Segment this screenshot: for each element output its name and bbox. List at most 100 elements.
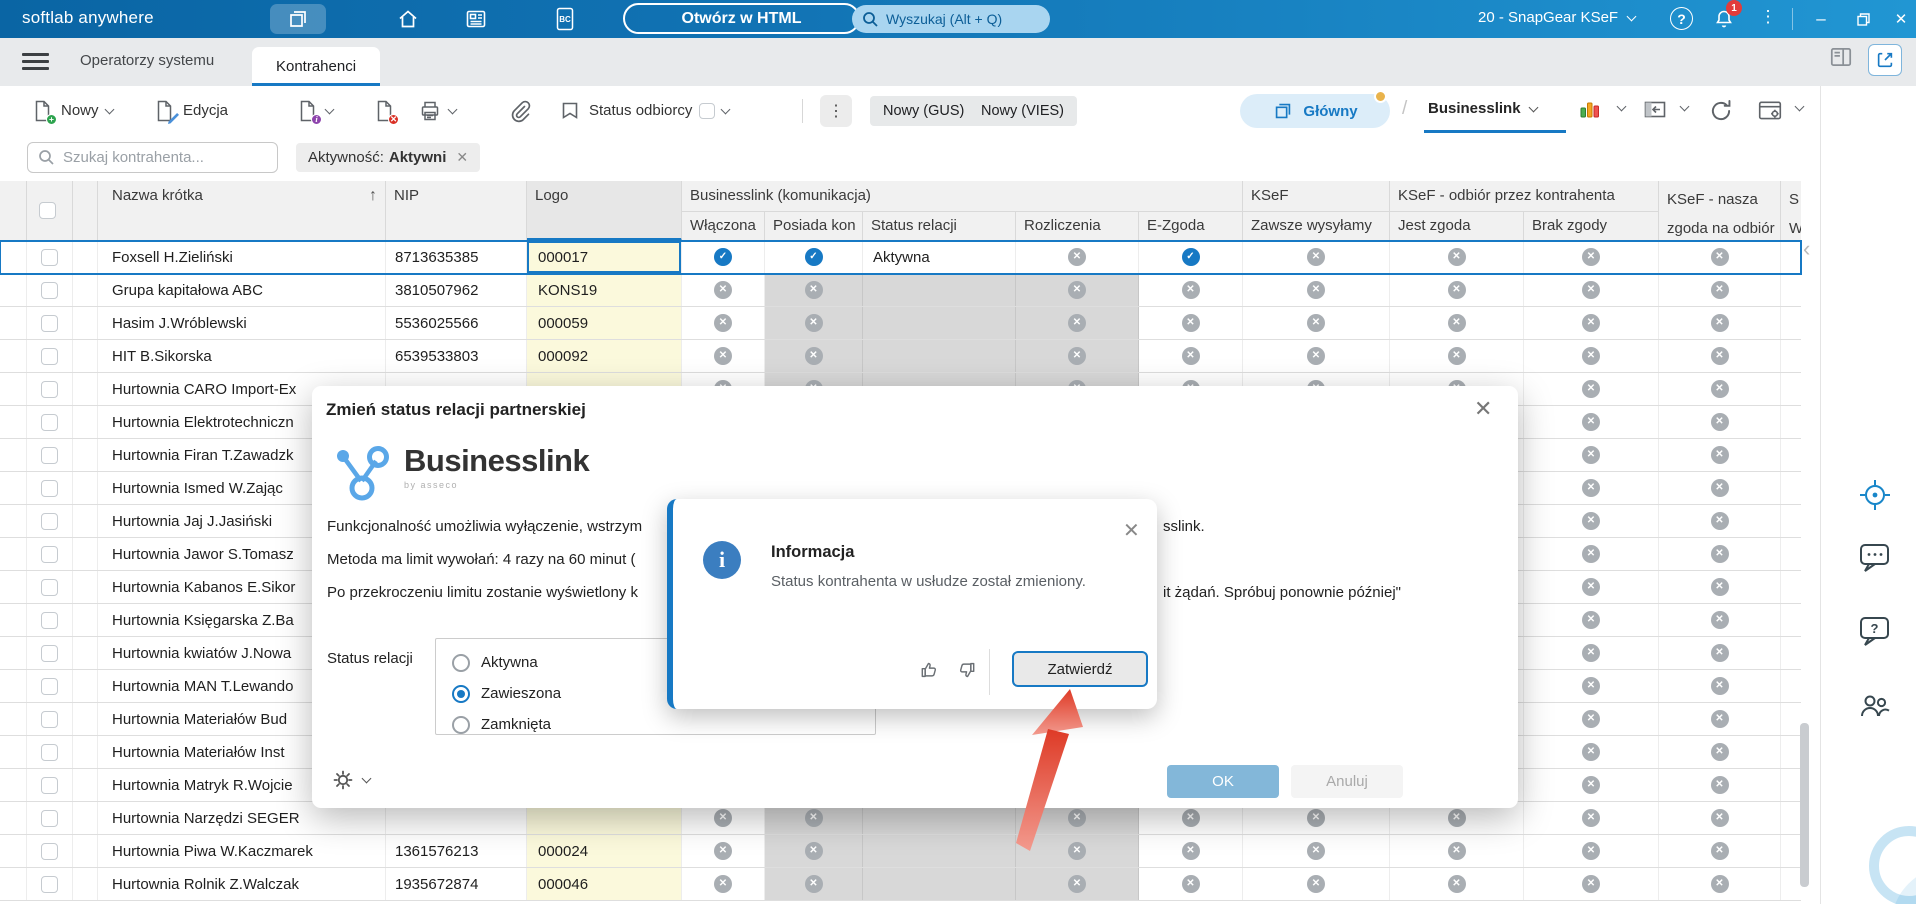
chart-button[interactable] xyxy=(1578,98,1602,122)
group-header-ksef-odbior[interactable]: KSeF - odbiór przez kontrahenta xyxy=(1390,181,1659,211)
contractor-search-input[interactable] xyxy=(63,149,253,166)
edit-button[interactable]: Edycja xyxy=(152,86,228,135)
col-header-ksef-nasza[interactable]: KSeF - nasza zgoda na odbiór xyxy=(1659,181,1781,241)
table-row[interactable]: Grupa kapitałowa ABC 3810507962 KONS19 ✕ ✕ ✕ ✕… xyxy=(0,274,1801,307)
col-header-rozliczenia[interactable]: Rozliczenia xyxy=(1016,211,1139,241)
community-button[interactable] xyxy=(1857,688,1893,724)
global-search-input[interactable] xyxy=(886,11,1036,27)
row-checkbox[interactable] xyxy=(41,842,58,860)
news-button[interactable] xyxy=(460,4,492,34)
businesslink-view-selector[interactable]: Businesslink xyxy=(1428,100,1538,117)
table-row[interactable]: Hasim J.Wróblewski 5536025566 000059 ✕ ✕ ✕ ✕ ✕ ✕… xyxy=(0,307,1801,340)
row-checkbox[interactable] xyxy=(41,347,58,365)
row-checkbox[interactable] xyxy=(41,677,58,695)
window-settings-button[interactable] xyxy=(1757,98,1783,124)
radio-button[interactable] xyxy=(452,715,470,734)
help-button[interactable]: ? xyxy=(1670,7,1693,30)
table-row[interactable]: Foxsell H.Zieliński 8713635385 000017 ✓ ✓ Akt… xyxy=(0,240,1802,275)
row-checkbox[interactable] xyxy=(41,314,58,332)
chevron-down-icon[interactable] xyxy=(1616,101,1627,112)
col-header-nip[interactable]: NIP xyxy=(386,181,527,241)
thumbs-down-icon[interactable] xyxy=(955,659,977,681)
col-header-ezgoda[interactable]: E-Zgoda xyxy=(1139,211,1243,241)
share-button[interactable] xyxy=(1868,44,1902,76)
print-button[interactable] xyxy=(418,86,458,135)
cell-logo[interactable]: 000017 xyxy=(527,241,682,273)
group-header-ksef[interactable]: KSeF xyxy=(1243,181,1390,211)
col-header-zawsze[interactable]: Zawsze wysyłamy xyxy=(1243,211,1390,241)
col-header-wlaczona[interactable]: Włączona xyxy=(682,211,765,241)
radio-button[interactable] xyxy=(452,684,470,703)
minimize-button[interactable]: – xyxy=(1808,6,1834,32)
col-header-nazwa-krotka[interactable]: Nazwa krótka ↑ xyxy=(98,181,386,241)
new-button[interactable]: + Nowy xyxy=(30,86,114,135)
row-checkbox[interactable] xyxy=(41,380,58,398)
cell-logo[interactable]: 000059 xyxy=(527,307,682,339)
attachments-button[interactable] xyxy=(508,86,532,135)
row-checkbox[interactable] xyxy=(41,281,58,299)
status-odbiorcy-button[interactable]: Status odbiorcy xyxy=(558,86,731,135)
locate-button[interactable] xyxy=(1857,477,1893,513)
row-checkbox[interactable] xyxy=(41,446,58,464)
row-checkbox[interactable] xyxy=(41,512,58,530)
row-checkbox[interactable] xyxy=(41,413,58,431)
radio-zamknięta[interactable]: Zamknięta xyxy=(452,709,875,740)
document-info-button[interactable]: i xyxy=(295,86,335,135)
table-scrollbar[interactable] xyxy=(1800,723,1809,887)
dialog-close-icon[interactable]: ✕ xyxy=(1123,521,1140,541)
tab-operatorzy-systemu[interactable]: Operatorzy systemu xyxy=(80,52,214,69)
remove-filter-icon[interactable]: ✕ xyxy=(456,149,468,166)
col-header-brak-zgody[interactable]: Brak zgody xyxy=(1524,211,1659,241)
col-header-status-relacji[interactable]: Status relacji xyxy=(863,211,1016,241)
thumbs-up-icon[interactable] xyxy=(919,659,941,681)
new-gus-button[interactable]: Nowy (GUS) xyxy=(870,96,978,126)
chat-button[interactable] xyxy=(1857,539,1893,575)
table-row[interactable]: Hurtownia Rolnik Z.Walczak 1935672874 0000… xyxy=(0,868,1801,901)
main-view-button[interactable]: Główny xyxy=(1240,94,1390,128)
contractor-search[interactable] xyxy=(27,142,278,173)
cell-logo[interactable]: 000046 xyxy=(527,868,682,900)
cell-logo[interactable]: KONS19 xyxy=(527,274,682,306)
chevron-down-icon[interactable] xyxy=(1794,101,1805,112)
activity-filter-chip[interactable]: Aktywność: Aktywni ✕ xyxy=(296,143,481,172)
chevron-down-icon[interactable] xyxy=(1679,101,1690,112)
company-context-selector[interactable]: 20 - SnapGear KSeF xyxy=(1478,9,1637,26)
select-all-checkbox[interactable] xyxy=(39,202,56,219)
row-checkbox[interactable] xyxy=(41,248,58,266)
col-header-logo[interactable]: Logo xyxy=(527,181,682,241)
status-odbiorcy-checkbox[interactable] xyxy=(699,102,716,119)
col-header-posiada[interactable]: Posiada kon xyxy=(765,211,863,241)
cell-logo[interactable]: 000092 xyxy=(527,340,682,372)
global-search[interactable] xyxy=(852,5,1050,33)
sort-asc-icon[interactable]: ↑ xyxy=(369,187,377,241)
modal-close-icon[interactable]: ✕ xyxy=(1474,398,1492,420)
toolbar-more-button[interactable]: ⋮ xyxy=(820,95,852,127)
row-checkbox[interactable] xyxy=(41,710,58,728)
ok-button[interactable]: OK xyxy=(1167,765,1279,798)
scroll-left-icon[interactable]: ‹ xyxy=(1803,236,1810,262)
row-checkbox[interactable] xyxy=(41,578,58,596)
table-row[interactable]: HIT B.Sikorska 6539533803 000092 ✕ ✕ ✕ ✕ ✕ ✕ ✕ ✕ xyxy=(0,340,1801,373)
row-checkbox[interactable] xyxy=(41,875,58,893)
table-row[interactable]: Hurtownia Piwa W.Kaczmarek 1361576213 0000… xyxy=(0,835,1801,868)
row-checkbox[interactable] xyxy=(41,776,58,794)
restore-button[interactable] xyxy=(1850,6,1876,32)
collapse-panel-button[interactable] xyxy=(1643,98,1667,122)
side-panel-button[interactable] xyxy=(1828,44,1854,70)
row-checkbox[interactable] xyxy=(41,545,58,563)
hamburger-menu-icon[interactable] xyxy=(22,53,49,70)
zatwierdz-button[interactable]: Zatwierdź xyxy=(1012,651,1148,687)
open-in-html-button[interactable]: Otwórz w HTML xyxy=(623,3,860,34)
more-menu-button[interactable]: ⋮ xyxy=(1758,7,1778,27)
home-button[interactable] xyxy=(392,4,424,34)
bc-button[interactable]: BC xyxy=(549,4,581,34)
cell-logo[interactable]: 000024 xyxy=(527,835,682,867)
help-chat-button[interactable]: ? xyxy=(1857,613,1893,649)
layers-button[interactable] xyxy=(270,4,326,34)
row-checkbox[interactable] xyxy=(41,743,58,761)
cancel-button[interactable]: Anuluj xyxy=(1291,765,1403,798)
modal-settings-button[interactable] xyxy=(333,770,372,790)
radio-button[interactable] xyxy=(452,653,470,672)
tab-kontrahenci[interactable]: Kontrahenci xyxy=(252,47,380,86)
row-checkbox[interactable] xyxy=(41,809,58,827)
